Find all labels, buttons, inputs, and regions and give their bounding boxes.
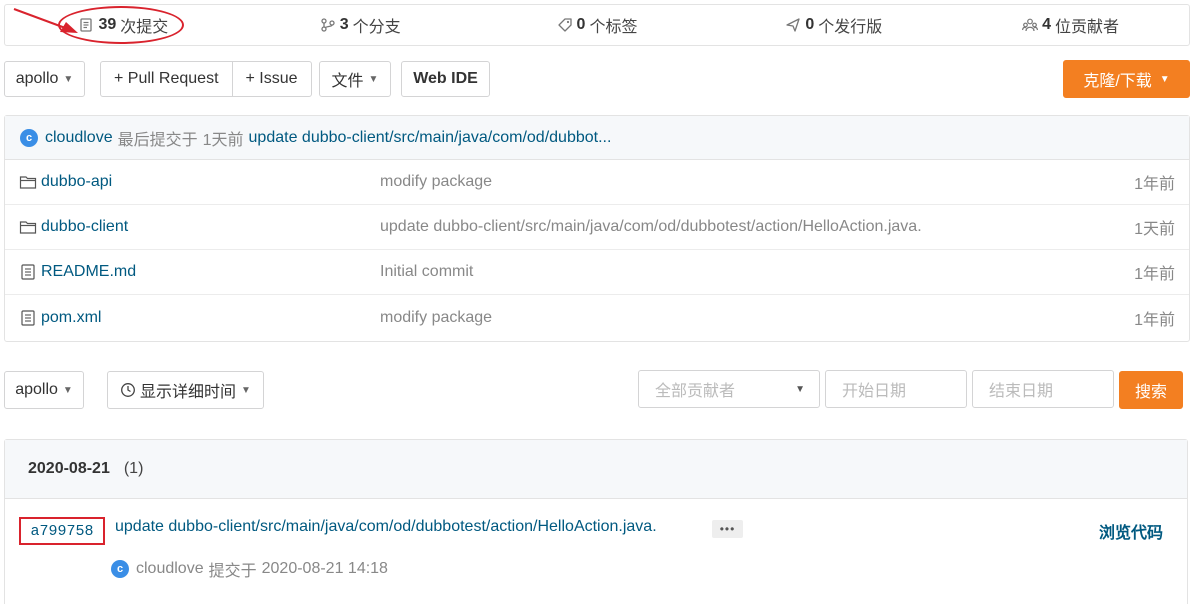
file-name-label: dubbo-api [41,173,113,190]
branches-count: 3 [339,16,349,33]
caret-down-icon: ▼ [241,384,251,396]
releases-stat[interactable]: 0 个发行版 [715,13,952,37]
file-list: c cloudlove 最后提交于 1天前 update dubbo-clien… [4,115,1190,342]
commit-date: 2020-08-21 [28,460,110,477]
branches-label: 个分支 [352,19,401,36]
file-icon [21,264,35,280]
detail-time-toggle[interactable]: 显示详细时间 ▼ [107,371,264,409]
caret-down-icon: ▼ [368,73,379,85]
file-commit-message[interactable]: Initial commit [380,263,473,281]
file-name-label: pom.xml [41,308,102,326]
avatar[interactable]: c [20,128,38,147]
tags-label: 个标签 [589,19,638,36]
releases-label: 个发行版 [818,19,883,36]
file-name-label: README.md [41,263,137,280]
contributor-select-value: 全部贡献者 [655,383,736,400]
contributors-label: 位贡献者 [1055,19,1120,36]
avatar[interactable]: c [111,560,129,578]
branches-stat[interactable]: 3 个分支 [242,13,479,37]
last-commit-time: 1天前 [202,131,244,149]
search-button[interactable]: 搜索 [1119,371,1183,409]
file-commit-time: 1年前 [1134,266,1175,283]
web-ide-button[interactable]: Web IDE [401,61,490,97]
commit-meta: c cloudlove 提交于 2020-08-21 14:18 [111,557,388,581]
file-commit-time: 1年前 [1134,311,1175,329]
new-pull-request-button[interactable]: + Pull Request [101,62,232,96]
commits-label: 次提交 [120,19,169,36]
file-name[interactable]: README.md [19,263,136,281]
file-icon [21,309,35,326]
start-date-placeholder: 开始日期 [842,383,907,400]
end-date-input[interactable]: 结束日期 [972,370,1114,408]
last-commit-bar: c cloudlove 最后提交于 1天前 update dubbo-clien… [5,116,1189,160]
file-commit-message[interactable]: modify package [380,173,492,191]
pr-issue-group: + Pull Request + Issue [100,61,312,97]
last-commit-label: 最后提交于 [117,131,198,149]
last-commit-message[interactable]: update dubbo-client/src/main/java/com/od… [249,129,612,147]
contributors-stat[interactable]: 4 位贡献者 [952,13,1189,37]
branch-icon [321,18,335,32]
contributor-select[interactable]: 全部贡献者 ▼ [638,370,820,408]
commits-count: 39 [98,16,117,33]
branch-dropdown[interactable]: apollo ▼ [4,61,85,97]
send-icon [786,18,800,32]
committed-label: 提交于 [208,563,257,580]
expand-message-button[interactable]: ••• [712,520,743,538]
branch-name: apollo [15,70,59,87]
commit-date-header: 2020-08-21 (1) [5,440,1187,499]
folder-icon [19,176,37,189]
users-icon [1022,18,1039,32]
commit-author[interactable]: cloudlove [136,560,204,578]
web-ide-label: Web IDE [413,70,478,87]
file-name-label: dubbo-client [41,218,129,235]
commit-doc-icon [80,18,93,32]
contributors-count: 4 [1042,16,1052,33]
file-row[interactable]: README.md Initial commit 1年前 [5,250,1189,295]
last-commit-author[interactable]: cloudlove [45,129,113,147]
search-button-label: 搜索 [1134,384,1167,401]
caret-down-icon: ▼ [1159,73,1170,85]
tags-stat[interactable]: 0 个标签 [479,13,716,37]
commits-stat[interactable]: 39 次提交 [5,13,242,37]
file-menu-label: 文件 [331,73,364,90]
commit-message-link[interactable]: update dubbo-client/src/main/java/com/od… [115,518,657,536]
file-row[interactable]: dubbo-api modify package 1年前 [5,160,1189,205]
caret-down-icon: ▼ [795,383,805,395]
new-issue-button[interactable]: + Issue [231,62,311,96]
commit-date-count: (1) [123,460,144,477]
tags-count: 0 [576,16,586,33]
clone-download-button[interactable]: 克隆/下载 ▼ [1063,60,1190,98]
commit-branch-name: apollo [15,381,58,398]
start-date-input[interactable]: 开始日期 [825,370,967,408]
file-name[interactable]: dubbo-client [19,218,128,236]
file-commit-message[interactable]: update dubbo-client/src/main/java/com/od… [380,218,922,236]
file-row[interactable]: pom.xml modify package 1年前 [5,295,1189,340]
clone-download-label: 克隆/下载 [1083,73,1152,90]
file-commit-time: 1年前 [1134,176,1175,193]
commit-branch-dropdown[interactable]: apollo ▼ [4,371,84,409]
detail-time-label: 显示详细时间 [140,384,237,401]
file-commit-time: 1天前 [1134,221,1175,238]
file-name[interactable]: pom.xml [19,309,101,327]
tag-icon [557,18,572,32]
file-name[interactable]: dubbo-api [19,173,112,191]
file-commit-message[interactable]: modify package [380,309,492,327]
caret-down-icon: ▼ [63,73,74,85]
repo-stats-bar: 39 次提交 3 个分支 0 个标签 0 个发行版 4 位贡献者 [4,4,1190,46]
clock-icon [121,383,135,397]
end-date-placeholder: 结束日期 [989,383,1054,400]
releases-count: 0 [805,16,815,33]
commit-timestamp: 2020-08-21 14:18 [261,560,388,577]
folder-icon [19,221,37,234]
file-row[interactable]: dubbo-client update dubbo-client/src/mai… [5,205,1189,250]
commit-sha-link[interactable]: a799758 [19,517,105,545]
file-menu-button[interactable]: 文件 ▼ [319,61,391,97]
caret-down-icon: ▼ [62,384,73,396]
commit-list: 2020-08-21 (1) a799758 update dubbo-clie… [4,439,1188,604]
browse-code-link[interactable]: 浏览代码 [1099,519,1163,543]
